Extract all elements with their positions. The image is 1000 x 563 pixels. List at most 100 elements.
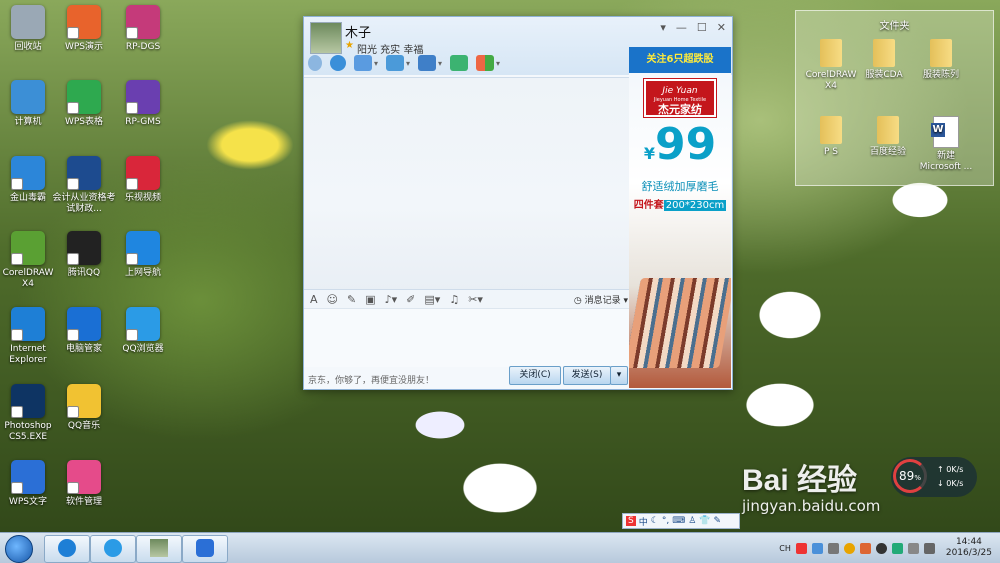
desktop-icon[interactable]: Photoshop CS5.EXE: [0, 384, 60, 443]
desktop-icon[interactable]: QQ浏览器: [111, 307, 175, 355]
voice-call-icon[interactable]: [308, 55, 322, 71]
keyboard-icon[interactable]: ⌨: [672, 516, 685, 526]
network-speed-widget[interactable]: 89% ↑ 0K/s ↓ 0K/s: [891, 457, 977, 497]
brand-logo: Jie Yuan Jieyuan Home Textile 杰元家纺: [643, 78, 717, 118]
create-group-icon[interactable]: [450, 55, 469, 71]
flag-icon[interactable]: [827, 542, 839, 554]
app-icon: [11, 231, 45, 265]
folder-item[interactable]: P S: [801, 116, 861, 158]
ad-product-line: 舒适绒加厚磨毛: [641, 180, 719, 193]
taskbar-qq-chat[interactable]: [136, 535, 182, 563]
desktop-icon[interactable]: 软件管理: [52, 460, 116, 508]
desktop-icon[interactable]: WPS演示: [52, 5, 116, 53]
font-icon[interactable]: A: [310, 293, 318, 306]
tray-app-icon[interactable]: [811, 542, 823, 554]
desktop-icon-label: WPS文字: [8, 497, 48, 507]
qq-chat-window: 木子 ★ 阳光 充实 幸福 ▾ — ☐ ✕ ▾ ▾ ▾ ▾ A ☺ ✎ ▣ ♪▾…: [303, 16, 733, 390]
volume-icon[interactable]: [923, 542, 935, 554]
desktop-icon[interactable]: WPS文字: [0, 460, 60, 508]
apps-icon[interactable]: [476, 55, 495, 71]
tray-qq-icon[interactable]: [843, 542, 855, 554]
chevron-down-icon[interactable]: ▾: [374, 59, 378, 68]
ad-banner[interactable]: 关注6只超跌股: [629, 47, 731, 73]
start-button[interactable]: [5, 535, 33, 563]
network-icon[interactable]: [907, 542, 919, 554]
app-icon: [126, 231, 160, 265]
voice-message-icon[interactable]: ♪▾: [385, 293, 398, 306]
close-button[interactable]: 关闭(C): [509, 366, 561, 385]
clock[interactable]: 14:44 2016/3/25: [946, 537, 992, 559]
tray-security-icon[interactable]: [859, 542, 871, 554]
minimize-icon[interactable]: —: [676, 21, 687, 34]
chevron-down-icon[interactable]: ▾: [496, 59, 500, 68]
memory-usage-gauge: 89%: [893, 459, 927, 493]
desktop-icon[interactable]: 计算机: [0, 80, 60, 128]
desktop-icon-label: 乐视视频: [124, 193, 161, 203]
text-ad-link[interactable]: 京东，你够了，再便宜没朋友！: [308, 373, 434, 386]
desktop-icon[interactable]: 电脑管家: [52, 307, 116, 355]
ad-price: ¥99: [643, 119, 717, 170]
tray-qq-icon-2[interactable]: [875, 542, 887, 554]
punctuation-icon[interactable]: °,: [662, 516, 669, 526]
desktop-icon[interactable]: 上网导航: [111, 231, 175, 279]
folder-item[interactable]: CorelDRAW X4: [801, 39, 861, 92]
chevron-down-icon[interactable]: ▾: [406, 59, 410, 68]
music-icon[interactable]: ♫: [449, 293, 459, 306]
taskbar-qq-browser[interactable]: [90, 535, 136, 563]
taskbar-ie[interactable]: [44, 535, 90, 563]
share-screen-icon[interactable]: [418, 55, 437, 71]
folder-item[interactable]: 服装CDA: [854, 39, 914, 81]
chevron-down-icon[interactable]: ▾: [438, 59, 442, 68]
skin-icon[interactable]: ♙: [688, 516, 696, 526]
close-icon[interactable]: ✕: [717, 21, 726, 34]
folder-item[interactable]: 百度经验: [858, 116, 918, 158]
send-file-icon[interactable]: [386, 55, 405, 71]
wrench-icon[interactable]: ✎: [713, 516, 721, 526]
remote-desktop-icon[interactable]: [354, 55, 372, 71]
desktop-icon-label: RP-GMS: [125, 117, 161, 127]
desktop-icon[interactable]: WPS表格: [52, 80, 116, 128]
taskbar-wps-writer[interactable]: [182, 535, 228, 563]
desktop-icon[interactable]: 会计从业资格考试财政...: [52, 156, 116, 215]
sogou-icon[interactable]: S: [626, 516, 636, 526]
menu-dropdown-icon[interactable]: ▾: [660, 21, 666, 34]
maximize-icon[interactable]: ☐: [697, 21, 707, 34]
folder-item-label: 新建 Microsoft ...: [919, 151, 973, 172]
desktop-icon[interactable]: QQ音乐: [52, 384, 116, 432]
message-input[interactable]: [304, 309, 629, 367]
desktop-icon[interactable]: RP-DGS: [111, 5, 175, 53]
video-call-icon[interactable]: [330, 55, 346, 71]
shake-icon[interactable]: ✎: [347, 293, 356, 306]
ime-toolbar[interactable]: S 中 ☾ °, ⌨ ♙ 👕 ✎: [622, 513, 740, 529]
app-icon: [126, 307, 160, 341]
folder-item[interactable]: 服装陈列: [911, 39, 971, 81]
send-options-button[interactable]: ▾: [610, 366, 628, 385]
desktop-icon[interactable]: Internet Explorer: [0, 307, 60, 366]
ime-lang-toggle[interactable]: 中: [639, 515, 648, 528]
desktop-icon[interactable]: CorelDRAW X4: [0, 231, 60, 290]
gif-icon[interactable]: ▣: [365, 293, 375, 306]
message-log-button[interactable]: ◷ 消息记录 ▾: [574, 293, 628, 306]
emoji-icon[interactable]: ☺: [327, 293, 338, 306]
shirt-icon[interactable]: 👕: [699, 516, 710, 526]
edit-icon[interactable]: ✐: [406, 293, 415, 306]
chat-history-area[interactable]: [304, 77, 629, 290]
sogou-tray-icon[interactable]: [795, 542, 807, 554]
contact-signature: 阳光 充实 幸福: [357, 45, 424, 56]
screenshot-icon[interactable]: ✂▾: [468, 293, 483, 306]
desktop-icon[interactable]: 金山毒霸: [0, 156, 60, 204]
desktop-icon[interactable]: 腾讯QQ: [52, 231, 116, 279]
send-button[interactable]: 发送(S): [563, 366, 611, 385]
avatar[interactable]: [310, 22, 342, 54]
image-icon[interactable]: ▤▾: [424, 293, 440, 306]
contact-name[interactable]: 木子: [345, 22, 371, 41]
document-item[interactable]: 新建 Microsoft ...: [916, 116, 976, 173]
tray-manager-icon[interactable]: [891, 542, 903, 554]
app-icon: [67, 384, 101, 418]
moon-icon[interactable]: ☾: [651, 516, 659, 526]
desktop-icon[interactable]: 乐视视频: [111, 156, 175, 204]
language-indicator[interactable]: CH: [779, 544, 791, 553]
desktop-icon[interactable]: 回收站: [0, 5, 60, 53]
side-advertisement[interactable]: 关注6只超跌股 Jie Yuan Jieyuan Home Textile 杰元…: [629, 47, 731, 388]
desktop-icon[interactable]: RP-GMS: [111, 80, 175, 128]
